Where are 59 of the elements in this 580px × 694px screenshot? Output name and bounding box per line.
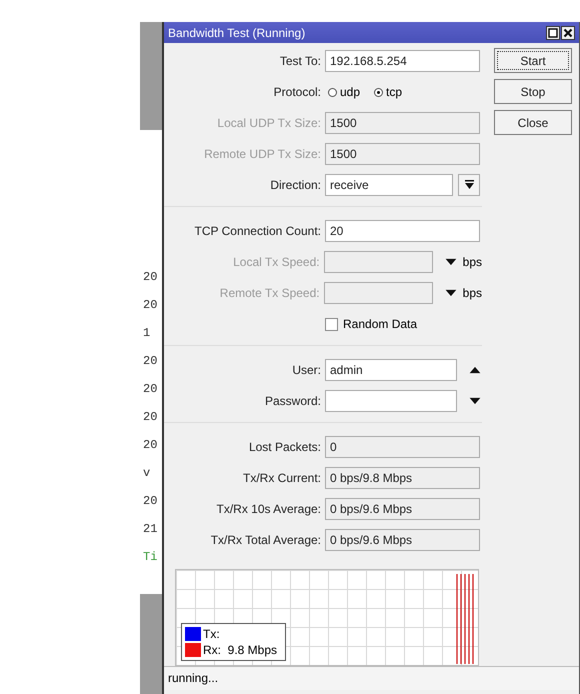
text-field[interactable]: 20 bbox=[325, 220, 480, 242]
legend-label: Tx: bbox=[203, 626, 220, 641]
down-triangle-icon[interactable] bbox=[444, 289, 457, 298]
dropdown-field[interactable]: receive bbox=[325, 174, 453, 196]
terminal-text: 20 bbox=[142, 410, 158, 426]
speed-field[interactable] bbox=[324, 282, 433, 304]
radio-label: tcp bbox=[386, 85, 402, 100]
terminal-text: 20 bbox=[142, 270, 158, 286]
unit-label: bps bbox=[462, 286, 482, 300]
readonly-field: 0 bps/9.6 Mbps bbox=[325, 529, 480, 552]
field-label: Tx/Rx Current: bbox=[242, 471, 322, 486]
field-label: Remote UDP Tx Size: bbox=[203, 147, 322, 162]
window-title: Bandwidth Test (Running) bbox=[168, 26, 306, 40]
terminal-text: Ti bbox=[142, 550, 158, 566]
field-label: Protocol: bbox=[272, 85, 322, 100]
terminal-text: 21 bbox=[142, 522, 158, 538]
dropdown-arrow-icon bbox=[464, 180, 474, 190]
field-label: Local UDP Tx Size: bbox=[216, 116, 322, 130]
dialog-button[interactable]: Close bbox=[494, 110, 572, 136]
terminal-text: 20 bbox=[142, 298, 158, 314]
dialog-button[interactable]: Stop bbox=[494, 79, 572, 104]
field-label: User: bbox=[291, 363, 322, 378]
field-label: Tx/Rx Total Average: bbox=[210, 533, 322, 548]
field-label: Local Tx Speed: bbox=[232, 255, 321, 270]
legend-label: Rx: 9.8 Mbps bbox=[203, 642, 278, 657]
field-label: Lost Packets: bbox=[248, 440, 322, 454]
text-field[interactable]: 192.168.5.254 bbox=[325, 50, 480, 72]
terminal-text: 20 bbox=[142, 438, 158, 454]
terminal-text: v bbox=[142, 466, 152, 482]
radio-button[interactable] bbox=[374, 88, 384, 97]
checkbox-label: Random Data bbox=[343, 317, 418, 332]
maximize-icon[interactable] bbox=[546, 26, 560, 40]
status-bar: running... bbox=[164, 666, 579, 690]
terminal-text: 20 bbox=[142, 494, 158, 510]
checkbox[interactable] bbox=[325, 318, 338, 331]
readonly-field: 0 bps/9.6 Mbps bbox=[325, 498, 480, 520]
field-label: Password: bbox=[264, 394, 322, 408]
field-label: Remote Tx Speed: bbox=[218, 286, 321, 300]
text-field[interactable] bbox=[325, 390, 457, 412]
terminal-text: 20 bbox=[142, 354, 158, 370]
radio-label: udp bbox=[340, 85, 360, 100]
field-label: Test To: bbox=[278, 54, 322, 68]
field-label: Direction: bbox=[269, 178, 322, 192]
down-triangle-icon[interactable] bbox=[469, 397, 481, 406]
terminal-text: 20 bbox=[142, 382, 158, 398]
speed-field[interactable] bbox=[324, 251, 433, 274]
field-label: Tx/Rx 10s Average: bbox=[216, 502, 322, 516]
text-field[interactable]: admin bbox=[325, 359, 457, 382]
dialog-button[interactable]: Start bbox=[494, 48, 572, 74]
readonly-field: 0 bbox=[325, 436, 480, 458]
radio-button[interactable] bbox=[328, 88, 337, 97]
down-triangle-icon[interactable] bbox=[444, 258, 457, 266]
dropdown-button[interactable] bbox=[458, 174, 480, 196]
terminal-text: 1 bbox=[142, 326, 152, 342]
up-triangle-icon[interactable] bbox=[469, 366, 481, 374]
close-icon[interactable] bbox=[561, 26, 575, 40]
readonly-field: 0 bps/9.8 Mbps bbox=[325, 467, 480, 490]
field-label: TCP Connection Count: bbox=[193, 224, 322, 238]
unit-label: bps bbox=[462, 255, 482, 270]
